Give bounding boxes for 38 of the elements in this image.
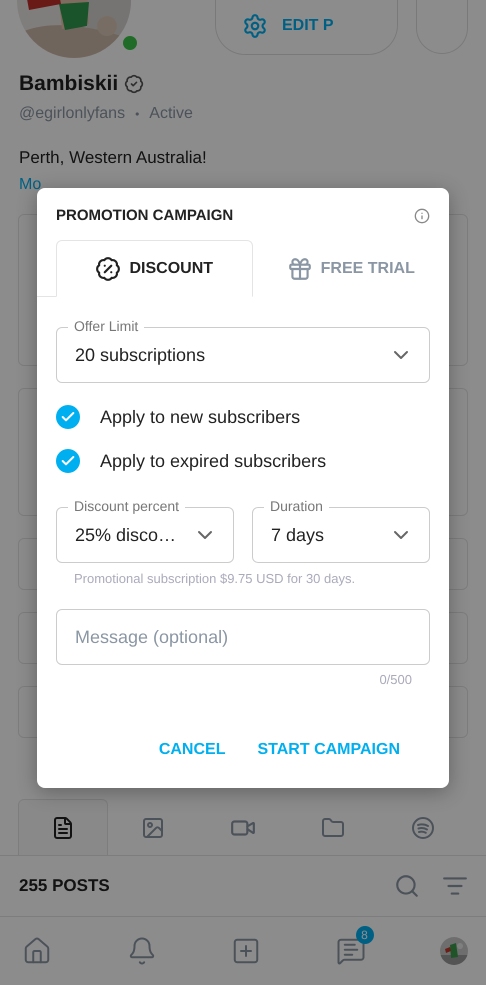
separator-dot: • [135, 107, 140, 121]
character-counter: 0/500 [379, 672, 412, 687]
start-campaign-button[interactable]: START CAMPAIGN [245, 733, 412, 767]
gift-icon [286, 256, 313, 282]
profile-name: Bambiskii [19, 72, 118, 96]
settings-icon [242, 13, 268, 39]
profile-bio: Perth, Western Australia! [19, 148, 208, 168]
dialog-title: PROMOTION CAMPAIGN [56, 207, 234, 224]
checkbox-label: Apply to new subscribers [100, 406, 300, 428]
field-label: Discount percent [68, 498, 186, 514]
helper-text: Promotional subscription $9.75 USD for 30 days. [73, 571, 356, 586]
music-icon [411, 816, 435, 840]
profile-handle: @egirlonlyfans [19, 105, 126, 123]
field-label: Duration [264, 498, 329, 514]
posts-count: 255 POSTS [19, 876, 110, 896]
field-label: Offer Limit [68, 318, 144, 334]
status-text: Active [149, 105, 193, 123]
add-icon[interactable] [231, 936, 261, 966]
search-icon[interactable] [394, 873, 420, 899]
checkbox[interactable] [56, 449, 80, 473]
select-value: 25% disco… [75, 524, 176, 546]
dialog-tab[interactable]: DISCOUNT [56, 240, 252, 297]
posts-icon [51, 816, 75, 840]
discount-icon [95, 256, 122, 282]
checkbox[interactable] [56, 405, 80, 429]
message-field[interactable]: Message (optional) [56, 609, 430, 665]
checkbox-label: Apply to expired subscribers [100, 450, 326, 472]
message-count-badge: 8 [356, 926, 374, 944]
home-icon[interactable] [22, 936, 52, 966]
image-icon [141, 816, 165, 840]
edit-profile-button[interactable]: EDIT P [215, 0, 398, 55]
dialog-tab[interactable]: FREE TRIAL [252, 240, 449, 297]
cancel-button[interactable]: CANCEL [146, 733, 238, 767]
folder-icon [321, 816, 345, 840]
content-tab[interactable] [18, 799, 108, 855]
select-value: 7 days [271, 524, 324, 546]
info-icon[interactable] [414, 208, 430, 224]
select-value: 20 subscriptions [75, 344, 206, 366]
